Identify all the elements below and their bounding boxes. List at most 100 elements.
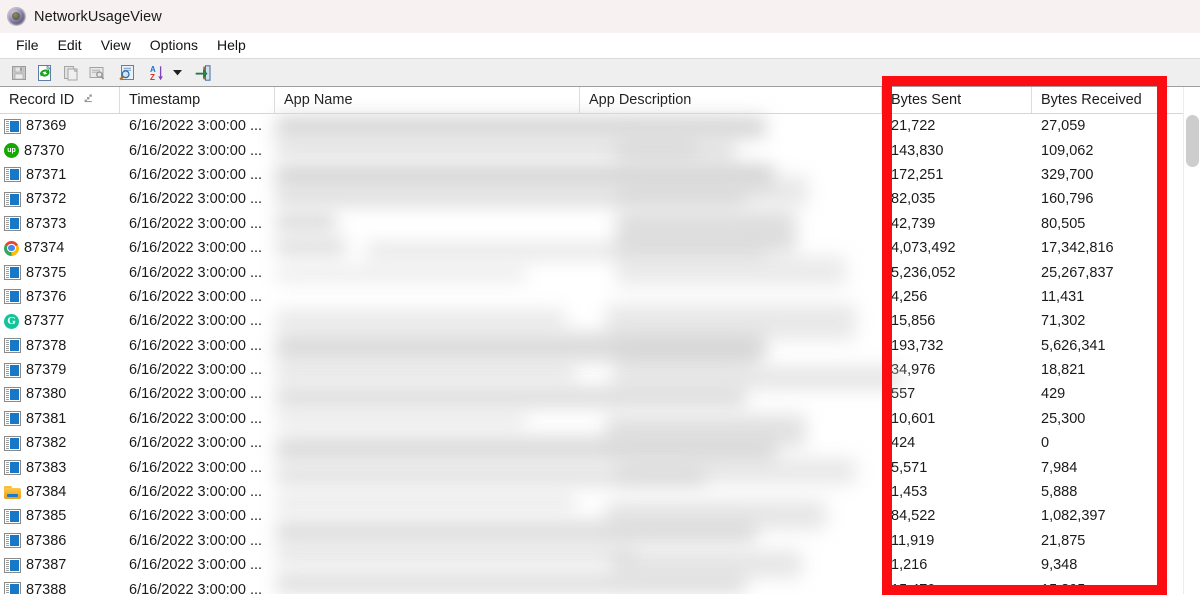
cell-bytes-received: 5,626,341 xyxy=(1041,337,1106,354)
svg-text:Z: Z xyxy=(150,73,155,82)
table-row[interactable]: 87373 6/16/2022 3:00:00 ... 42,739 80,505 xyxy=(0,212,1200,236)
cell-bytes-received: 80,505 xyxy=(1041,215,1086,232)
table-row[interactable]: 87384 6/16/2022 3:00:00 ... 1,453 5,888 xyxy=(0,480,1200,504)
cell-record-id: up 87370 xyxy=(0,143,120,159)
table-row[interactable]: 87376 6/16/2022 3:00:00 ... 4,256 11,431 xyxy=(0,285,1200,309)
cell-timestamp: 6/16/2022 3:00:00 ... xyxy=(129,581,263,594)
record-id-value: 87385 xyxy=(26,508,67,525)
record-id-value: 87375 xyxy=(26,264,67,281)
cell-timestamp: 6/16/2022 3:00:00 ... xyxy=(129,142,263,159)
sort-button[interactable]: A Z xyxy=(145,61,169,85)
cell-bytes-sent: 193,732 xyxy=(891,337,944,354)
cell-record-id: 87369 xyxy=(0,118,120,134)
record-id-value: 87373 xyxy=(26,215,67,232)
cell-bytes-sent: 143,830 xyxy=(891,142,944,159)
grid-header-row: Record ID Timestamp App Name App Descrip… xyxy=(0,87,1200,114)
table-row[interactable]: 87369 6/16/2022 3:00:00 ... 21,722 27,059 xyxy=(0,114,1200,138)
record-id-value: 87374 xyxy=(24,240,65,257)
column-header-record-id[interactable]: Record ID xyxy=(0,87,120,113)
find-button[interactable] xyxy=(115,61,139,85)
cell-bytes-received: 21,875 xyxy=(1041,532,1086,549)
cell-record-id: 87372 xyxy=(0,191,120,207)
cell-timestamp: 6/16/2022 3:00:00 ... xyxy=(129,240,263,257)
cell-bytes-received: 109,062 xyxy=(1041,142,1094,159)
cell-bytes-received: 71,302 xyxy=(1041,313,1086,330)
grid-rows: 87369 6/16/2022 3:00:00 ... 21,722 27,059 up… xyxy=(0,114,1200,594)
cell-record-id: 87373 xyxy=(0,216,120,232)
cell-timestamp: 6/16/2022 3:00:00 ... xyxy=(129,484,263,501)
window-icon xyxy=(4,460,21,476)
window-icon xyxy=(4,167,21,183)
column-header-bytes-received[interactable]: Bytes Received xyxy=(1032,87,1184,113)
cell-bytes-received: 429 xyxy=(1041,386,1066,403)
menu-view[interactable]: View xyxy=(92,35,141,56)
table-row[interactable]: G 87377 6/16/2022 3:00:00 ... 15,856 71,302 xyxy=(0,309,1200,333)
cell-bytes-sent: 424 xyxy=(891,435,916,452)
refresh-button[interactable] xyxy=(33,61,57,85)
cell-timestamp: 6/16/2022 3:00:00 ... xyxy=(129,557,263,574)
vertical-scrollbar[interactable] xyxy=(1183,87,1200,594)
table-row[interactable]: 87386 6/16/2022 3:00:00 ... 11,919 21,875 xyxy=(0,529,1200,553)
record-id-value: 87383 xyxy=(26,459,67,476)
table-row[interactable]: 87378 6/16/2022 3:00:00 ... 193,732 5,626,3… xyxy=(0,334,1200,358)
table-row[interactable]: 87379 6/16/2022 3:00:00 ... 34,976 18,821 xyxy=(0,358,1200,382)
table-row[interactable]: 87375 6/16/2022 3:00:00 ... 5,236,052 25,26… xyxy=(0,260,1200,284)
window-icon xyxy=(4,118,21,134)
copy-button[interactable] xyxy=(59,61,83,85)
column-header-timestamp[interactable]: Timestamp xyxy=(120,87,275,113)
sort-az-icon: A Z xyxy=(150,65,163,82)
cell-timestamp: 6/16/2022 3:00:00 ... xyxy=(129,508,263,525)
record-id-value: 87388 xyxy=(26,581,67,594)
table-row[interactable]: 87371 6/16/2022 3:00:00 ... 172,251 329,700 xyxy=(0,163,1200,187)
table-row[interactable]: 87380 6/16/2022 3:00:00 ... 557 429 xyxy=(0,382,1200,406)
cell-timestamp: 6/16/2022 3:00:00 ... xyxy=(129,532,263,549)
table-row[interactable]: 87388 6/16/2022 3:00:00 ... 15,470 15,895 xyxy=(0,577,1200,594)
table-row[interactable]: 87383 6/16/2022 3:00:00 ... 5,571 7,984 xyxy=(0,455,1200,479)
record-id-value: 87387 xyxy=(26,557,67,574)
table-row[interactable]: 87372 6/16/2022 3:00:00 ... 82,035 160,796 xyxy=(0,187,1200,211)
properties-button[interactable] xyxy=(85,61,109,85)
window-title: NetworkUsageView xyxy=(34,8,162,25)
window-icon xyxy=(4,191,21,207)
cell-record-id: 87386 xyxy=(0,533,120,549)
cell-bytes-received: 27,059 xyxy=(1041,118,1086,135)
table-row[interactable]: up 87370 6/16/2022 3:00:00 ... 143,830 109,0… xyxy=(0,138,1200,162)
table-row[interactable]: 87374 6/16/2022 3:00:00 ... 4,073,492 17,34… xyxy=(0,236,1200,260)
record-id-value: 87370 xyxy=(24,142,65,159)
column-header-app-name[interactable]: App Name xyxy=(275,87,580,113)
cell-bytes-sent: 21,722 xyxy=(891,118,936,135)
cell-bytes-received: 9,348 xyxy=(1041,557,1078,574)
chevron-down-icon xyxy=(173,70,182,76)
table-row[interactable]: 87385 6/16/2022 3:00:00 ... 84,522 1,082,39… xyxy=(0,504,1200,528)
cell-timestamp: 6/16/2022 3:00:00 ... xyxy=(129,313,263,330)
table-row[interactable]: 87387 6/16/2022 3:00:00 ... 1,216 9,348 xyxy=(0,553,1200,577)
menu-edit[interactable]: Edit xyxy=(49,35,92,56)
window-icon xyxy=(4,362,21,378)
cell-timestamp: 6/16/2022 3:00:00 ... xyxy=(129,215,263,232)
save-button[interactable] xyxy=(7,61,31,85)
table-row[interactable]: 87382 6/16/2022 3:00:00 ... 424 0 xyxy=(0,431,1200,455)
table-row[interactable]: 87381 6/16/2022 3:00:00 ... 10,601 25,300 xyxy=(0,407,1200,431)
cell-timestamp: 6/16/2022 3:00:00 ... xyxy=(129,435,263,452)
cell-record-id: 87376 xyxy=(0,289,120,305)
cell-record-id: 87383 xyxy=(0,460,120,476)
cell-record-id: G 87377 xyxy=(0,313,120,329)
menu-help[interactable]: Help xyxy=(208,35,256,56)
window-icon xyxy=(4,386,21,402)
cell-bytes-sent: 4,073,492 xyxy=(891,240,956,257)
cell-timestamp: 6/16/2022 3:00:00 ... xyxy=(129,191,263,208)
sort-dropdown-button[interactable] xyxy=(171,61,184,85)
cell-bytes-sent: 84,522 xyxy=(891,508,936,525)
window-icon xyxy=(4,289,21,305)
exit-button[interactable] xyxy=(191,61,215,85)
menu-file[interactable]: File xyxy=(7,35,49,56)
record-id-value: 87386 xyxy=(26,532,67,549)
refresh-icon xyxy=(38,64,52,81)
network-usage-view-window: NetworkUsageView File Edit View Options … xyxy=(0,0,1200,600)
cell-bytes-received: 7,984 xyxy=(1041,459,1078,476)
column-header-bytes-sent[interactable]: Bytes Sent xyxy=(882,87,1032,113)
cell-bytes-sent: 557 xyxy=(891,386,916,403)
menu-options[interactable]: Options xyxy=(141,35,208,56)
vertical-scrollbar-thumb[interactable] xyxy=(1186,115,1199,167)
column-header-app-description[interactable]: App Description xyxy=(580,87,882,113)
